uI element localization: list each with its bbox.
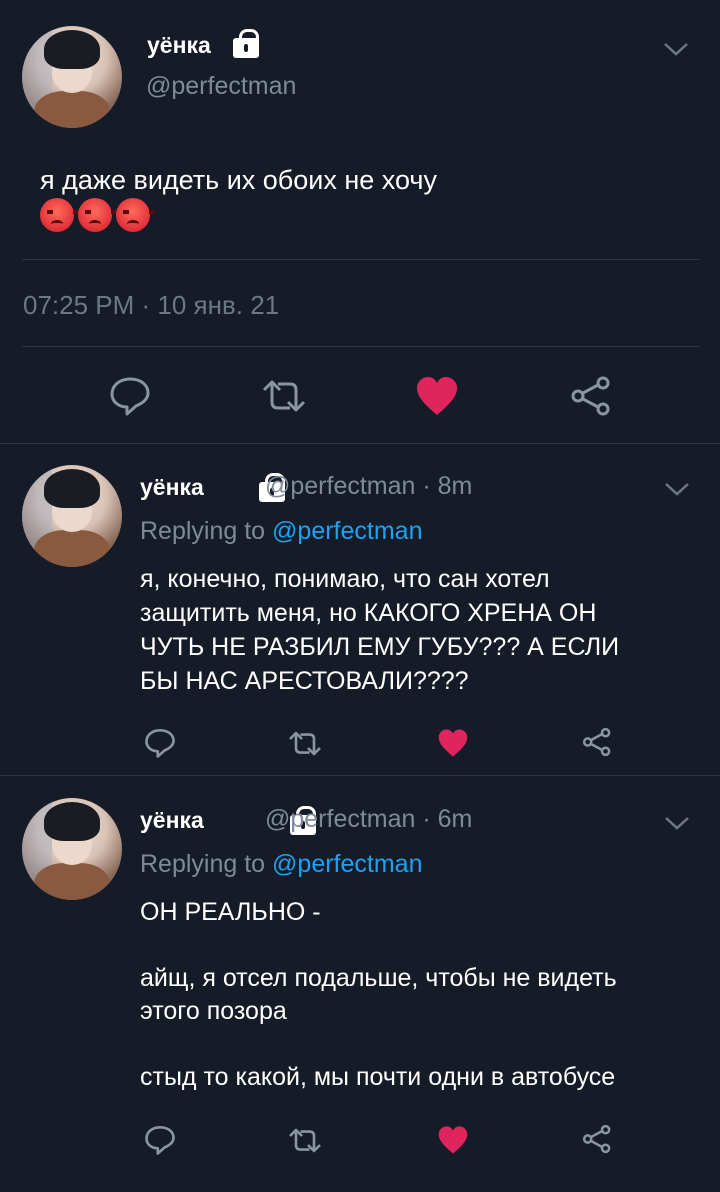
like-icon[interactable]: [437, 728, 469, 758]
divider: [0, 775, 720, 776]
retweet-icon[interactable]: [287, 1127, 323, 1154]
replying-mention-link[interactable]: @perfectman: [272, 517, 422, 545]
divider: [0, 443, 720, 444]
replying-to: Replying to @perfectman: [140, 850, 422, 879]
angry-face-icon: [78, 198, 117, 232]
chevron-down-icon[interactable]: [663, 814, 691, 832]
angry-face-icon: [116, 198, 155, 232]
tweet-text: я даже видеть их обоих не хочу: [40, 165, 437, 195]
tweet-text: ОН РЕАЛЬНО - айщ, я отсел подальше, чтоб…: [140, 898, 617, 1091]
avatar[interactable]: [22, 26, 122, 128]
reply-icon[interactable]: [144, 1125, 176, 1155]
tweet-text: я, конечно, понимаю, что сан хотел защит…: [140, 565, 620, 695]
share-icon[interactable]: [581, 727, 613, 757]
like-icon[interactable]: [415, 375, 459, 417]
user-name[interactable]: уёнка: [147, 32, 211, 59]
chevron-down-icon[interactable]: [662, 40, 690, 58]
user-handle[interactable]: @perfectman: [146, 72, 296, 101]
user-name[interactable]: уёнка: [140, 807, 204, 834]
like-icon[interactable]: [437, 1125, 469, 1155]
share-icon[interactable]: [581, 1124, 613, 1154]
replying-prefix: Replying to: [140, 517, 273, 545]
user-handle[interactable]: @perfectman · 8m: [265, 472, 472, 501]
retweet-icon[interactable]: [260, 378, 308, 414]
avatar[interactable]: [22, 465, 122, 567]
share-icon[interactable]: [569, 375, 613, 417]
reply-icon[interactable]: [109, 376, 151, 416]
reply-icon[interactable]: [144, 728, 176, 758]
user-handle[interactable]: @perfectman · 6m: [265, 805, 472, 834]
chevron-down-icon[interactable]: [663, 480, 691, 498]
replying-mention-link[interactable]: @perfectman: [272, 850, 422, 878]
replying-to: Replying to @perfectman: [140, 517, 422, 546]
avatar[interactable]: [22, 798, 122, 900]
divider: [22, 259, 700, 260]
angry-face-icon: [40, 198, 79, 232]
emoji-row: [40, 198, 155, 232]
tweet-timestamp: 07:25 PM · 10 янв. 21: [23, 290, 280, 320]
replying-prefix: Replying to: [140, 850, 273, 878]
user-name[interactable]: уёнка: [140, 474, 204, 501]
retweet-icon[interactable]: [287, 730, 323, 757]
lock-icon: [233, 29, 259, 58]
divider: [22, 346, 700, 347]
